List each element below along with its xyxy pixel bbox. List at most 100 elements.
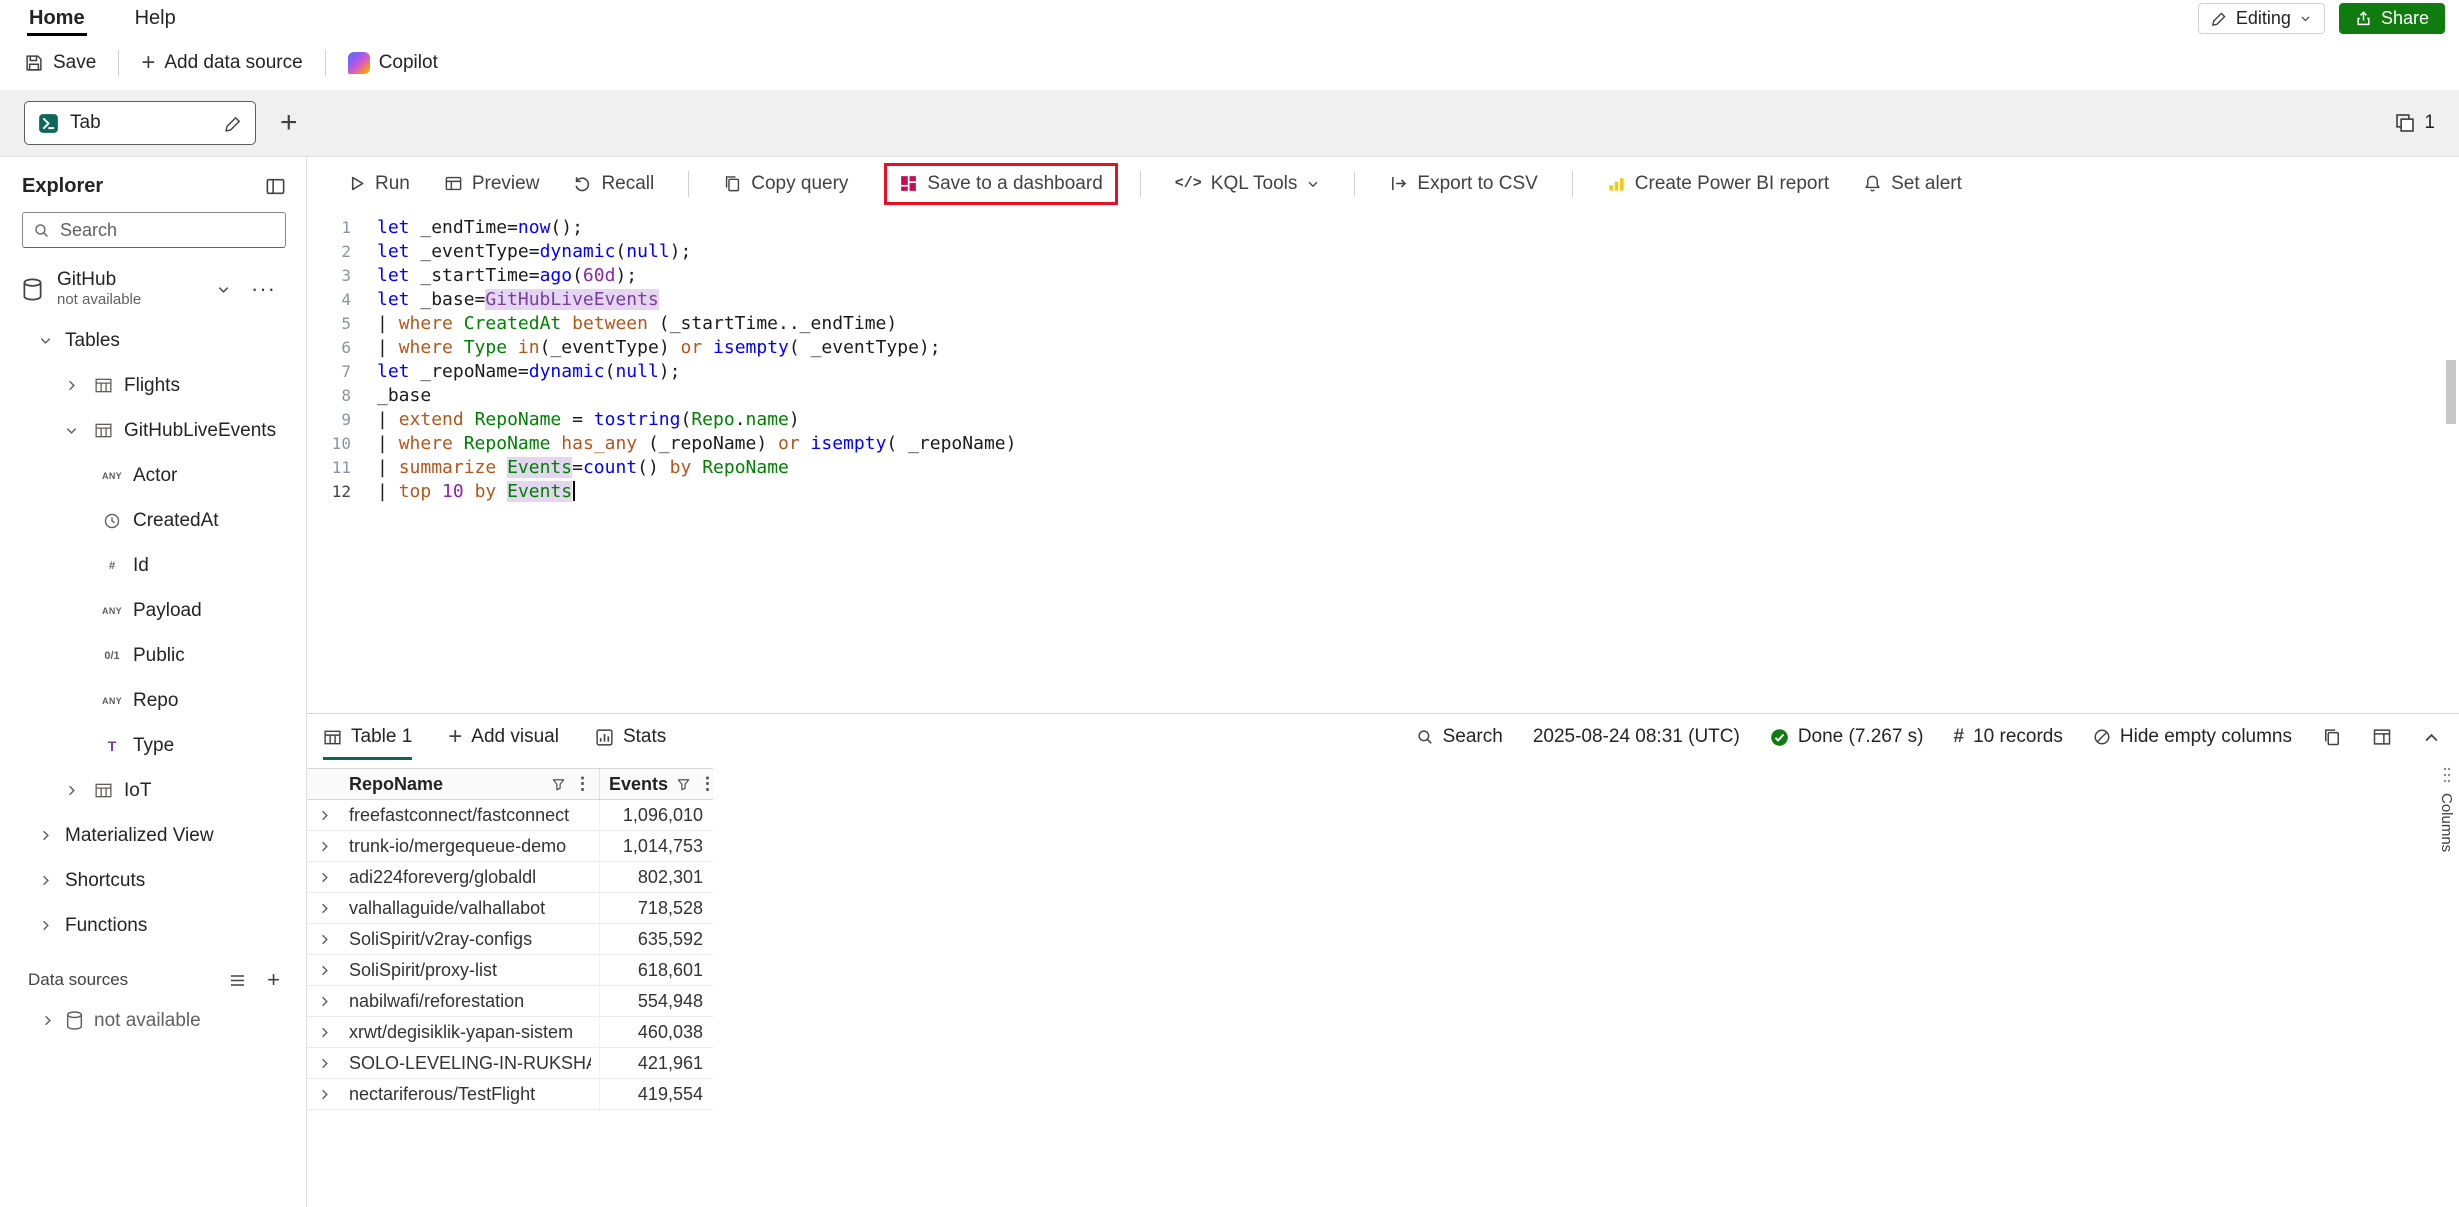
tree-item-createdat[interactable]: CreatedAt <box>0 498 306 543</box>
more-options-icon[interactable]: ··· <box>251 284 276 294</box>
tree-item-repo[interactable]: ANYRepo <box>0 678 306 723</box>
recall-button[interactable]: Recall <box>573 173 654 195</box>
chevron-right-icon[interactable] <box>64 783 82 798</box>
tree-item-id[interactable]: #Id <box>0 543 306 588</box>
copilot-button[interactable]: Copilot <box>342 48 444 78</box>
line-number: 5 <box>307 312 351 336</box>
add-source-icon[interactable]: + <box>267 970 280 990</box>
table-row[interactable]: trunk-io/mergequeue-demo1,014,753 <box>307 831 713 862</box>
copy-results-button[interactable] <box>2322 727 2342 747</box>
chevron-down-icon[interactable] <box>216 282 231 297</box>
chevron-right-icon[interactable] <box>38 828 56 843</box>
table-row[interactable]: adi224foreverg/globaldl802,301 <box>307 862 713 893</box>
chevron-down-icon[interactable] <box>38 333 56 348</box>
tab-table1[interactable]: Table 1 <box>323 714 412 760</box>
add-visual-button[interactable]: + Add visual <box>448 714 559 760</box>
chevron-down-icon[interactable] <box>64 423 82 438</box>
filter-icon[interactable] <box>551 777 566 792</box>
table-type-icon <box>91 376 115 395</box>
tree-item-functions[interactable]: Functions <box>0 903 306 948</box>
row-expand-icon[interactable] <box>307 870 341 885</box>
columns-side-panel[interactable]: Columns <box>2438 766 2455 852</box>
table-row[interactable]: valhallaguide/valhallabot718,528 <box>307 893 713 924</box>
string-type-icon: T <box>100 738 124 754</box>
new-tab-button[interactable]: + <box>274 107 304 139</box>
row-expand-icon[interactable] <box>307 901 341 916</box>
table-row[interactable]: freefastconnect/fastconnect1,096,010 <box>307 800 713 831</box>
table-row[interactable]: SoliSpirit/v2ray-configs635,592 <box>307 924 713 955</box>
menu-home[interactable]: Home <box>25 0 89 36</box>
row-expand-icon[interactable] <box>307 932 341 947</box>
set-alert-button[interactable]: Set alert <box>1863 173 1962 195</box>
row-expand-icon[interactable] <box>307 839 341 854</box>
row-expand-icon[interactable] <box>307 994 341 1009</box>
export-csv-button[interactable]: Export to CSV <box>1389 173 1537 195</box>
editing-dropdown[interactable]: Editing <box>2198 3 2325 34</box>
editor-scrollbar-thumb[interactable] <box>2446 360 2456 424</box>
save-button[interactable]: Save <box>18 48 102 78</box>
tree-item-githubliveevents[interactable]: GitHubLiveEvents <box>0 408 306 453</box>
chevron-right-icon[interactable] <box>40 1013 55 1028</box>
table-row[interactable]: nectariferous/TestFlight419,554 <box>307 1079 713 1110</box>
header-reponame[interactable]: RepoName ⋮ <box>341 769 600 799</box>
tab-stats[interactable]: Stats <box>595 714 666 760</box>
search-input[interactable] <box>58 219 294 242</box>
code-line-12: 12| top 10 by Events <box>307 480 2459 504</box>
timestamp-value: 2025-08-24 08:31 (UTC) <box>1533 726 1740 748</box>
row-expand-icon[interactable] <box>307 1025 341 1040</box>
tree-item-label: Materialized View <box>65 825 214 847</box>
create-powerbi-button[interactable]: Create Power BI report <box>1607 173 1829 195</box>
tree-item-shortcuts[interactable]: Shortcuts <box>0 858 306 903</box>
connection-actions: ··· <box>216 282 276 297</box>
expand-results-button[interactable] <box>2372 727 2392 747</box>
row-expand-icon[interactable] <box>307 1056 341 1071</box>
results-search-button[interactable]: Search <box>1416 726 1503 748</box>
table-row[interactable]: SOLO-LEVELING-IN-RUKSHAN/session421,961 <box>307 1048 713 1079</box>
filter-icon[interactable] <box>676 777 691 792</box>
tree-item-tables[interactable]: Tables <box>0 318 306 363</box>
tree-item-materialized-view[interactable]: Materialized View <box>0 813 306 858</box>
connection-name: GitHub <box>57 269 141 291</box>
header-events[interactable]: Events ⋮ <box>600 769 712 799</box>
tree-item-public[interactable]: 0/1Public <box>0 633 306 678</box>
add-data-source-button[interactable]: + Add data source <box>135 48 308 78</box>
table-row[interactable]: nabilwafi/reforestation554,948 <box>307 986 713 1017</box>
preview-button[interactable]: Preview <box>444 173 540 195</box>
connection-github[interactable]: GitHub not available ··· <box>0 260 306 318</box>
share-icon <box>2355 10 2372 27</box>
collapse-panel-icon[interactable] <box>265 176 286 197</box>
database-icon <box>20 277 45 302</box>
query-editor[interactable]: 1let _endTime=now();2let _eventType=dyna… <box>307 210 2459 713</box>
kql-tools-dropdown[interactable]: </> KQL Tools <box>1175 173 1321 195</box>
collapse-results-button[interactable] <box>2422 728 2441 747</box>
tree-item-label: IoT <box>124 780 151 802</box>
query-tab[interactable]: Tab <box>24 101 256 145</box>
tree-item-flights[interactable]: Flights <box>0 363 306 408</box>
column-menu-icon[interactable]: ⋮ <box>699 774 716 794</box>
chevron-right-icon[interactable] <box>38 873 56 888</box>
column-menu-icon[interactable]: ⋮ <box>574 774 591 794</box>
row-expand-icon[interactable] <box>307 808 341 823</box>
table-row[interactable]: SoliSpirit/proxy-list618,601 <box>307 955 713 986</box>
list-view-icon[interactable] <box>228 971 247 990</box>
rename-tab-icon[interactable] <box>224 114 243 133</box>
share-button[interactable]: Share <box>2339 3 2445 34</box>
tree-item-actor[interactable]: ANYActor <box>0 453 306 498</box>
run-button[interactable]: Run <box>347 173 410 195</box>
chevron-right-icon[interactable] <box>38 918 56 933</box>
datetime-type-icon <box>100 512 124 530</box>
copy-query-button[interactable]: Copy query <box>723 173 848 195</box>
menu-help[interactable]: Help <box>131 0 180 36</box>
tree-item-iot[interactable]: IoT <box>0 768 306 813</box>
search-box <box>22 212 286 248</box>
table-row[interactable]: xrwt/degisiklik-yapan-sistem460,038 <box>307 1017 713 1048</box>
tree-item-type[interactable]: TType <box>0 723 306 768</box>
data-source-item[interactable]: not available <box>0 998 306 1043</box>
chevron-right-icon[interactable] <box>64 378 82 393</box>
save-to-dashboard-button[interactable]: Save to a dashboard <box>899 173 1102 195</box>
row-expand-icon[interactable] <box>307 1087 341 1102</box>
tree-item-payload[interactable]: ANYPayload <box>0 588 306 633</box>
row-expand-icon[interactable] <box>307 963 341 978</box>
open-tabs-count[interactable]: 1 <box>2394 112 2435 134</box>
hide-empty-columns-button[interactable]: Hide empty columns <box>2093 726 2292 748</box>
